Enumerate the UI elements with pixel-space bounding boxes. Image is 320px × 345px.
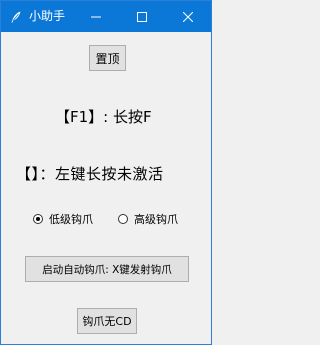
radio-low-label: 低级钩爪 <box>49 213 93 226</box>
minimize-button[interactable] <box>73 1 119 32</box>
f1-hotkey-label: 【F1】: 长按F <box>55 108 152 126</box>
title-bar[interactable]: 小助手 <box>1 1 211 32</box>
radio-high-grapple[interactable]: 高级钩爪 <box>118 211 178 227</box>
radio-low-indicator[interactable] <box>33 214 43 224</box>
auto-grapple-button[interactable]: 启动自动钩爪: X键发射钩爪 <box>25 256 189 282</box>
radio-high-indicator[interactable] <box>118 214 128 224</box>
feather-icon <box>9 9 23 23</box>
pin-top-button[interactable]: 置顶 <box>89 45 126 71</box>
radio-low-grapple[interactable]: 低级钩爪 <box>33 211 93 227</box>
minimize-icon <box>91 7 101 26</box>
left-click-status-label: 【】：左键长按未激活 <box>16 165 164 183</box>
close-button[interactable] <box>165 1 211 32</box>
window-title: 小助手 <box>29 9 66 23</box>
maximize-button[interactable] <box>119 1 165 32</box>
close-icon <box>182 7 194 26</box>
app-window: 小助手 置顶 【F1】: 长按F 【】：左键长按未激活 低级钩爪 高级钩爪 启动… <box>0 0 212 345</box>
maximize-icon <box>137 7 147 26</box>
radio-high-label: 高级钩爪 <box>134 213 178 226</box>
no-cd-button[interactable]: 钩爪无CD <box>77 308 137 334</box>
